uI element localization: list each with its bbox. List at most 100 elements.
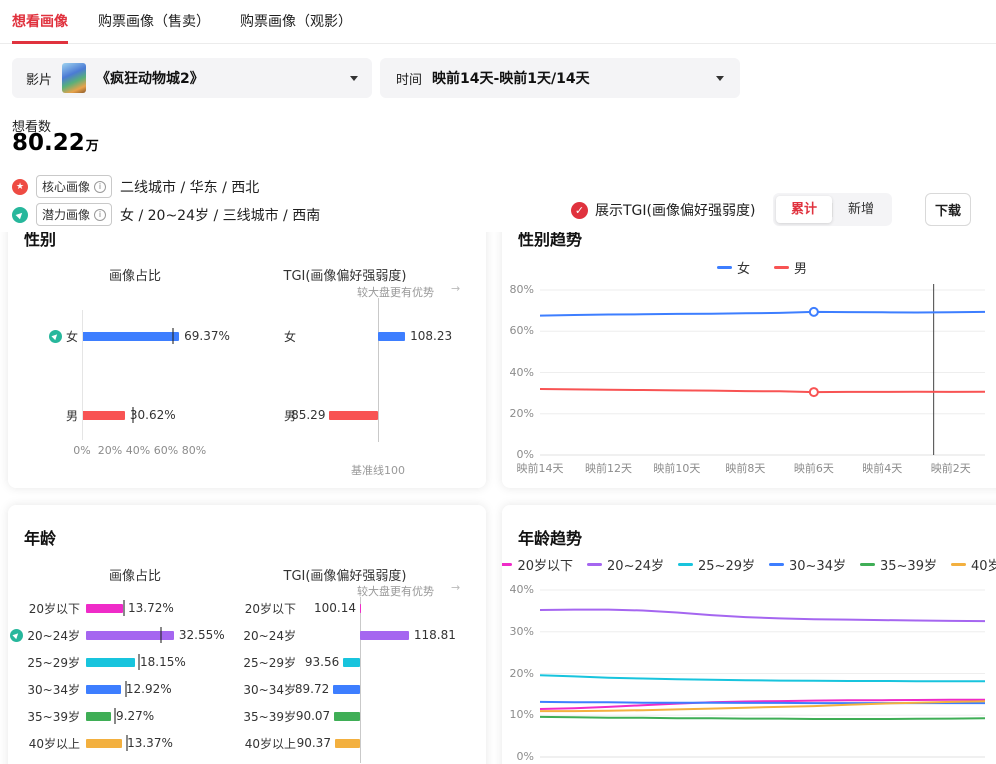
- info-icon[interactable]: i: [94, 209, 106, 221]
- x-axis-tick-label: 映前10天: [645, 460, 709, 476]
- want-count-number: 80.22: [12, 130, 85, 156]
- share-bar: [86, 658, 135, 667]
- bar-category-label: 30~34岁: [8, 681, 80, 697]
- segment-cumulative[interactable]: 累计: [776, 196, 832, 223]
- potential-marker-icon: ▶: [46, 327, 64, 345]
- tab-bar: 想看画像 购票画像（售卖） 购票画像（观影）: [0, 0, 996, 44]
- core-star-icon: ★: [12, 179, 28, 195]
- bar-category-text: 35~39岁: [27, 708, 80, 725]
- series-marker-女: [810, 308, 818, 316]
- benchmark-tick: [132, 407, 134, 423]
- tab-purchase-profile-sale[interactable]: 购票画像（售卖）: [98, 0, 210, 44]
- tgi-baseline-label: 基准线100: [338, 462, 418, 478]
- movie-select[interactable]: 影片 《疯狂动物城2》: [12, 58, 372, 98]
- download-button[interactable]: 下载: [925, 193, 971, 226]
- bar-category-text: 40岁以上: [29, 735, 80, 752]
- tgi-value-label: 90.37: [269, 735, 331, 751]
- y-axis-tick-label: 20%: [502, 407, 534, 420]
- benchmark-tick: [126, 735, 128, 751]
- core-profile-badge: 核心画像 i: [36, 175, 112, 198]
- tgi-bar: [329, 411, 378, 420]
- bar-category-label: 25~29岁: [8, 654, 80, 670]
- tgi-advantage-note: 较大盘更有优势: [357, 583, 434, 599]
- series-line-35~39岁: [540, 717, 985, 719]
- bar-value-label: 18.15%: [140, 654, 186, 670]
- age-trend-panel: 年龄趋势 20岁以下20~24岁25~29岁30~34岁35~39岁40岁以上0…: [502, 505, 996, 764]
- benchmark-tick: [172, 328, 174, 344]
- x-axis-tick-label: 80%: [174, 444, 214, 457]
- x-axis-tick-label: 映前6天: [782, 460, 846, 476]
- x-axis-tick-label: 映前2天: [919, 460, 983, 476]
- bar-category-label: 20岁以下: [8, 600, 80, 616]
- bar-category-text: 25~29岁: [27, 654, 80, 671]
- y-axis-tick-label: 40%: [502, 583, 534, 596]
- benchmark-tick: [138, 654, 140, 670]
- benchmark-tick: [123, 600, 125, 616]
- axis-arrow-icon: →: [451, 581, 460, 594]
- tgi-value-label: 93.56: [277, 654, 339, 670]
- gender-tgi-chart-title: TGI(画像偏好强弱度): [260, 265, 430, 284]
- core-profile-row: ★ 核心画像 i 二线城市 / 华东 / 西北: [12, 175, 259, 198]
- series-line-25~29岁: [540, 675, 985, 681]
- checkbox-checked-icon: ✓: [571, 202, 588, 219]
- trend-plot: [502, 505, 996, 764]
- age-share-chart-title: 画像占比: [50, 565, 220, 584]
- bar-category-text: 男: [66, 407, 78, 424]
- movie-poster: [62, 63, 86, 93]
- segment-new[interactable]: 新增: [833, 196, 889, 223]
- show-tgi-checkbox[interactable]: ✓ 展示TGI(画像偏好强弱度): [571, 200, 755, 220]
- tgi-value-label: 118.81: [414, 627, 456, 643]
- tgi-bar: [333, 685, 360, 694]
- bar-category-text: 20~24岁: [27, 627, 80, 644]
- info-icon[interactable]: i: [94, 181, 106, 193]
- share-bar: [82, 332, 179, 341]
- age-panel-title: 年龄: [24, 525, 56, 549]
- share-bar: [86, 604, 123, 613]
- tgi-bar: [343, 658, 360, 667]
- bar-category-label: 20~24岁: [216, 627, 296, 643]
- potential-arrow-icon: ▶: [9, 203, 32, 226]
- y-axis-tick-label: 80%: [502, 283, 534, 296]
- age-panel: 年龄 画像占比 TGI(画像偏好强弱度) 20岁以下13.72%▶20~24岁3…: [8, 505, 486, 764]
- bar-value-label: 13.37%: [127, 735, 173, 751]
- tgi-value-label: 90.07: [268, 708, 330, 724]
- tgi-advantage-note: 较大盘更有优势: [357, 284, 434, 300]
- bar-category-label: ▶女: [8, 328, 78, 344]
- x-axis-tick-label: 映前8天: [713, 460, 777, 476]
- series-marker-男: [810, 388, 818, 396]
- tgi-bar: [378, 332, 405, 341]
- series-line-男: [540, 389, 985, 392]
- bar-value-label: 9.27%: [116, 708, 154, 724]
- age-tgi-chart-title: TGI(画像偏好强弱度): [260, 565, 430, 584]
- potential-marker-icon: ▶: [8, 626, 26, 644]
- tgi-bar: [334, 712, 360, 721]
- time-select[interactable]: 时间 映前14天-映前1天/14天: [380, 58, 740, 98]
- core-profile-badge-label: 核心画像: [42, 178, 90, 195]
- potential-profile-badge-label: 潜力画像: [42, 206, 90, 223]
- y-axis-tick-label: 60%: [502, 324, 534, 337]
- share-bar: [86, 712, 111, 721]
- bar-value-label: 12.92%: [126, 681, 172, 697]
- x-axis-tick-label: 映前4天: [850, 460, 914, 476]
- bar-category-label: 男: [8, 407, 78, 423]
- benchmark-tick: [160, 627, 162, 643]
- potential-profile-text: 女 / 20~24岁 / 三线城市 / 西南: [120, 205, 320, 225]
- benchmark-tick: [125, 681, 127, 697]
- bar-category-text: 女: [66, 328, 78, 345]
- tgi-value-label: 108.23: [410, 328, 452, 344]
- y-axis-line: [82, 310, 83, 440]
- bar-category-text: 30~34岁: [27, 681, 80, 698]
- header: 想看画像 购票画像（售卖） 购票画像（观影） 影片 《疯狂动物城2》 时间 映前…: [0, 0, 996, 232]
- bar-category-label: 20岁以下: [216, 600, 296, 616]
- y-axis-tick-label: 40%: [502, 366, 534, 379]
- movie-select-label: 影片: [26, 69, 52, 88]
- bar-category-label: ▶20~24岁: [8, 627, 80, 643]
- period-toggle: 累计 新增: [773, 193, 892, 226]
- gender-trend-panel: 性别趋势 女男0%20%40%60%80%映前14天映前12天映前10天映前8天…: [502, 220, 996, 488]
- tab-want-profile[interactable]: 想看画像: [12, 0, 68, 44]
- bar-category-label: 女: [216, 328, 296, 344]
- x-axis-tick-label: 映前14天: [508, 460, 572, 476]
- tab-purchase-profile-watch[interactable]: 购票画像（观影）: [240, 0, 352, 44]
- show-tgi-label: 展示TGI(画像偏好强弱度): [595, 200, 755, 220]
- tgi-value-label: 89.72: [267, 681, 329, 697]
